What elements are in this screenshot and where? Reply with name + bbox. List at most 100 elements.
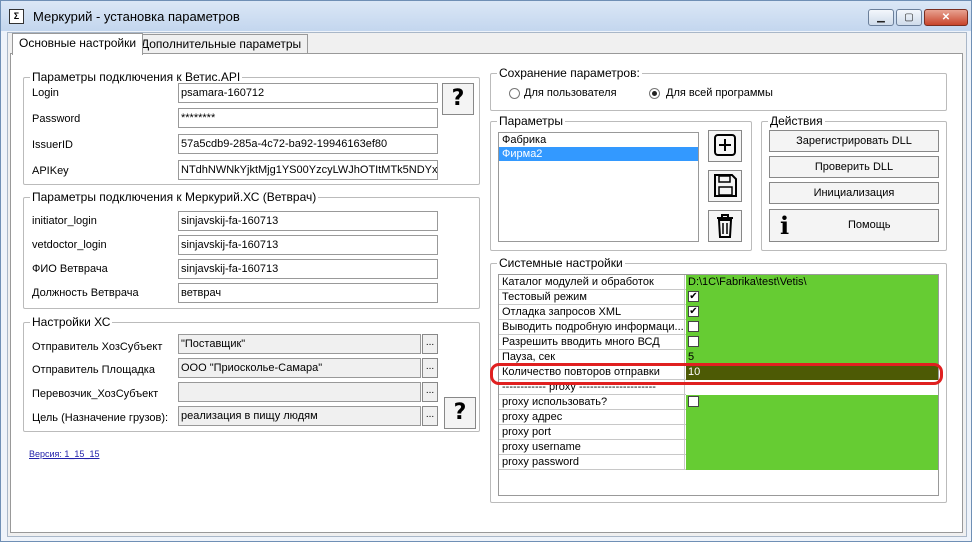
settings-row-name: proxy использовать? <box>499 395 685 410</box>
sender-entity-field[interactable]: "Поставщик" <box>178 334 421 354</box>
register-dll-button[interactable]: Зарегистрировать DLL <box>769 130 939 152</box>
settings-row-checkbox[interactable]: ✔ <box>686 290 938 305</box>
issuerid-field[interactable]: 57a5cdb9-285a-4c72-ba92-19946163ef80 <box>178 134 438 154</box>
plus-icon <box>714 134 736 156</box>
window-title: Меркурий - установка параметров <box>33 9 240 24</box>
close-button[interactable]: ✕ <box>924 9 968 26</box>
info-icon: i <box>780 211 790 240</box>
help-button-label: Помощь <box>848 219 891 231</box>
save-user-radio[interactable] <box>509 88 520 99</box>
check-dll-button[interactable]: Проверить DLL <box>769 156 939 178</box>
settings-row[interactable]: Отладка запросов XML ✔ <box>499 305 938 320</box>
carrier-select-button[interactable]: ... <box>422 382 438 402</box>
settings-row-value[interactable] <box>686 440 938 455</box>
vetdoctor-login-field[interactable]: sinjavskij-fa-160713 <box>178 235 438 255</box>
vet-fio-label: ФИО Ветврача <box>32 263 108 275</box>
checkbox[interactable]: ✔ <box>688 290 699 302</box>
password-label: Password <box>32 113 81 125</box>
title-bar: Σ Меркурий - установка параметров ▁ ▢ ✕ <box>1 1 971 31</box>
password-field[interactable]: ******** <box>178 108 438 128</box>
purpose-select-button[interactable]: ... <box>422 406 438 426</box>
settings-row[interactable]: proxy port <box>499 425 938 440</box>
settings-row-name: proxy username <box>499 440 685 455</box>
system-group-title: Системные настройки <box>497 256 625 270</box>
save-program-radio[interactable] <box>649 88 660 99</box>
vet-position-field[interactable]: ветврач <box>178 283 438 303</box>
settings-row-checkbox[interactable] <box>686 335 938 350</box>
xs-group-title: Настройки ХС <box>30 315 113 329</box>
save-user-label: Для пользователя <box>524 87 617 99</box>
highlight-ring <box>490 363 943 385</box>
vet-fio-field[interactable]: sinjavskij-fa-160713 <box>178 259 438 279</box>
settings-row[interactable]: Разрешить вводить много ВСД <box>499 335 938 350</box>
purpose-label: Цель (Назначение грузов): <box>32 412 169 424</box>
settings-row-value[interactable] <box>686 425 938 440</box>
checkbox[interactable] <box>688 320 699 332</box>
help-button[interactable]: i Помощь <box>769 209 939 242</box>
init-button[interactable]: Инициализация <box>769 182 939 204</box>
checkbox[interactable] <box>688 335 699 347</box>
settings-row-name: Каталог модулей и обработок <box>499 275 685 290</box>
settings-row-name: proxy адрес <box>499 410 685 425</box>
settings-row-value[interactable]: D:\1C\Fabrika\test\Vetis\ <box>686 275 938 290</box>
apikey-label: APIKey <box>32 165 69 177</box>
settings-row[interactable]: Тестовый режим ✔ <box>499 290 938 305</box>
checkbox[interactable]: ✔ <box>688 305 699 317</box>
apikey-field[interactable]: NTdhNWNkYjktMjg1YS00YzcyLWJhOTItMTk5NDYx <box>178 160 438 180</box>
settings-row-value[interactable] <box>686 455 938 470</box>
system-settings-grid[interactable]: Каталог модулей и обработок D:\1C\Fabrika… <box>498 274 939 496</box>
sender-site-field[interactable]: ООО "Приосколье-Самара" <box>178 358 421 378</box>
vetdoctor-login-label: vetdoctor_login <box>32 239 107 251</box>
tab-additional-params[interactable]: Дополнительные параметры <box>134 34 309 54</box>
save-program-label: Для всей программы <box>666 87 773 99</box>
floppy-icon <box>714 174 737 197</box>
settings-row[interactable]: proxy password <box>499 455 938 470</box>
sender-site-select-button[interactable]: ... <box>422 358 438 378</box>
settings-row-checkbox[interactable]: ✔ <box>686 305 938 320</box>
settings-row-value[interactable] <box>686 410 938 425</box>
issuerid-label: IssuerID <box>32 139 73 151</box>
checkbox[interactable] <box>688 395 699 407</box>
settings-row[interactable]: proxy адрес <box>499 410 938 425</box>
params-list-item-selected[interactable]: Фирма2 <box>499 147 698 161</box>
settings-row[interactable]: Каталог модулей и обработок D:\1C\Fabrika… <box>499 275 938 290</box>
tab-main-settings[interactable]: Основные настройки <box>12 33 144 55</box>
settings-row-checkbox[interactable] <box>686 395 938 410</box>
initiator-login-field[interactable]: sinjavskij-fa-160713 <box>178 211 438 231</box>
mercury-group-title: Параметры подключения к Меркурий.ХС (Вет… <box>30 190 319 204</box>
settings-row-name: proxy password <box>499 455 685 470</box>
settings-row-name: Разрешить вводить много ВСД <box>499 335 685 350</box>
sender-site-label: Отправитель Площадка <box>32 364 155 376</box>
save-param-button[interactable] <box>708 170 742 202</box>
settings-row-name: Выводить подробную информаци... <box>499 320 685 335</box>
login-field[interactable]: psamara-160712 <box>178 83 438 103</box>
xs-help-button[interactable]: ? <box>444 397 476 429</box>
settings-row[interactable]: proxy использовать? <box>499 395 938 410</box>
params-list-item[interactable]: Фабрика <box>499 133 698 147</box>
vet-position-label: Должность Ветврача <box>32 287 139 299</box>
version-link[interactable]: Версия: 1_15_15 <box>29 449 99 459</box>
vetis-help-button[interactable]: ? <box>442 83 474 115</box>
params-group-title: Параметры <box>497 114 565 128</box>
vetis-group-title: Параметры подключения к Ветис.API <box>30 70 243 84</box>
purpose-field[interactable]: реализация в пищу людям <box>178 406 421 426</box>
settings-row-name: Тестовый режим <box>499 290 685 305</box>
save-group-title: Сохранение параметров: <box>497 66 642 80</box>
carrier-label: Перевозчик_ХозСубъект <box>32 388 159 400</box>
login-label: Login <box>32 87 59 99</box>
window: Σ Меркурий - установка параметров ▁ ▢ ✕ … <box>0 0 972 542</box>
settings-row[interactable]: Выводить подробную информаци... <box>499 320 938 335</box>
params-list[interactable]: Фабрика Фирма2 <box>498 132 699 242</box>
delete-param-button[interactable] <box>708 210 742 242</box>
add-param-button[interactable] <box>708 130 742 162</box>
app-icon: Σ <box>9 9 24 24</box>
maximize-button[interactable]: ▢ <box>896 9 922 26</box>
sender-entity-select-button[interactable]: ... <box>422 334 438 354</box>
actions-group-title: Действия <box>768 114 825 128</box>
sender-entity-label: Отправитель ХозСубъект <box>32 341 163 353</box>
initiator-login-label: initiator_login <box>32 215 97 227</box>
settings-row[interactable]: proxy username <box>499 440 938 455</box>
minimize-button[interactable]: ▁ <box>868 9 894 26</box>
carrier-field[interactable] <box>178 382 421 402</box>
settings-row-checkbox[interactable] <box>686 320 938 335</box>
